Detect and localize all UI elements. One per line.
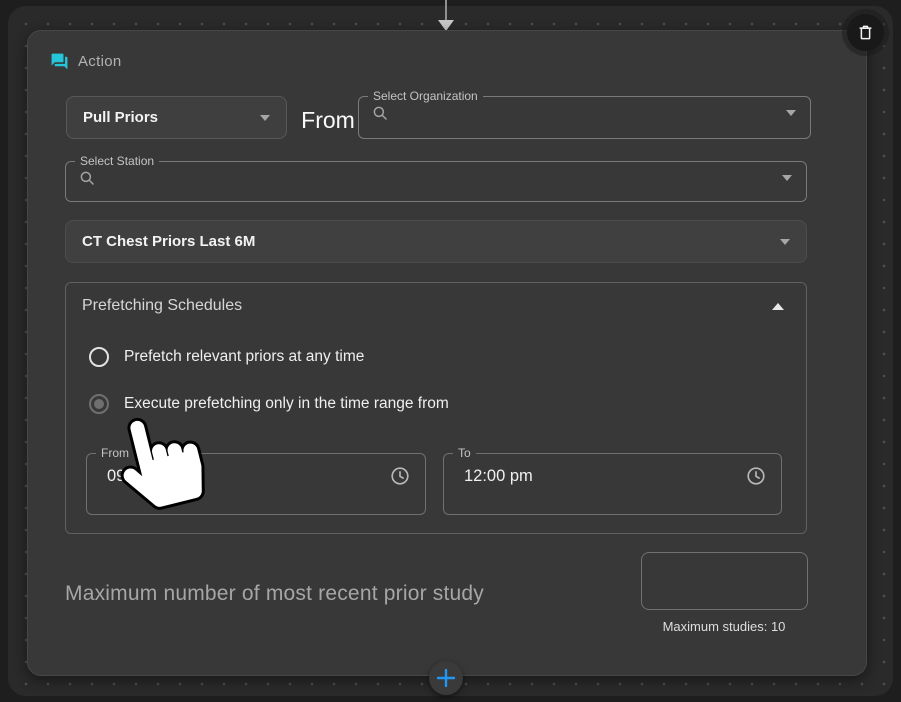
collapse-icon[interactable] [772,303,784,310]
prefetch-timerange-label: Execute prefetching only in the time ran… [124,395,449,413]
connector-line [445,0,447,21]
max-priors-label: Maximum number of most recent prior stud… [65,582,484,606]
chevron-down-icon [780,239,790,245]
prefetching-schedules-title: Prefetching Schedules [82,297,242,315]
chevron-down-icon[interactable] [786,110,796,116]
station-field[interactable]: Select Station [65,154,807,202]
time-from-input[interactable] [103,467,389,486]
chevron-down-icon[interactable] [782,175,792,181]
station-field-label: Select Station [75,154,159,168]
action-type-value: Pull Priors [83,109,158,126]
action-node-card[interactable]: Action Pull Priors From Select Organizat… [27,30,867,676]
prefetch-anytime-label: Prefetch relevant priors at any time [124,348,364,366]
action-type-select[interactable]: Pull Priors [66,96,287,139]
radio-unselected-icon[interactable] [89,347,109,367]
chevron-down-icon [260,115,270,121]
time-from-label: From [96,446,134,460]
preset-select-value: CT Chest Priors Last 6M [82,233,255,250]
preset-select[interactable]: CT Chest Priors Last 6M [65,220,807,263]
station-search-input[interactable] [96,169,782,187]
radio-selected-icon[interactable] [89,394,109,414]
organization-search-input[interactable] [389,104,786,122]
time-to-label: To [453,446,476,460]
node-title: Action [78,53,122,70]
node-header: Action [50,52,122,71]
search-icon [371,104,389,122]
clock-icon[interactable] [389,465,411,487]
delete-node-button[interactable] [847,14,884,51]
trash-icon [856,23,875,42]
prefetch-anytime-option[interactable]: Prefetch relevant priors at any time [89,347,364,367]
time-from-field[interactable]: From [86,446,426,515]
from-label: From [300,101,356,139]
time-to-input[interactable] [460,467,745,486]
search-icon [78,169,96,187]
organization-field-label: Select Organization [368,89,483,103]
organization-field[interactable]: Select Organization [358,89,811,139]
clock-icon[interactable] [745,465,767,487]
prefetch-timerange-option[interactable]: Execute prefetching only in the time ran… [89,394,449,414]
time-to-field[interactable]: To [443,446,782,515]
max-studies-hint: Maximum studies: 10 [629,619,819,634]
prefetching-schedules-section: Prefetching Schedules Prefetch relevant … [65,282,807,534]
plus-icon [436,668,456,688]
max-studies-input[interactable] [641,552,808,610]
forum-icon [50,52,69,71]
add-step-button[interactable] [429,661,463,695]
